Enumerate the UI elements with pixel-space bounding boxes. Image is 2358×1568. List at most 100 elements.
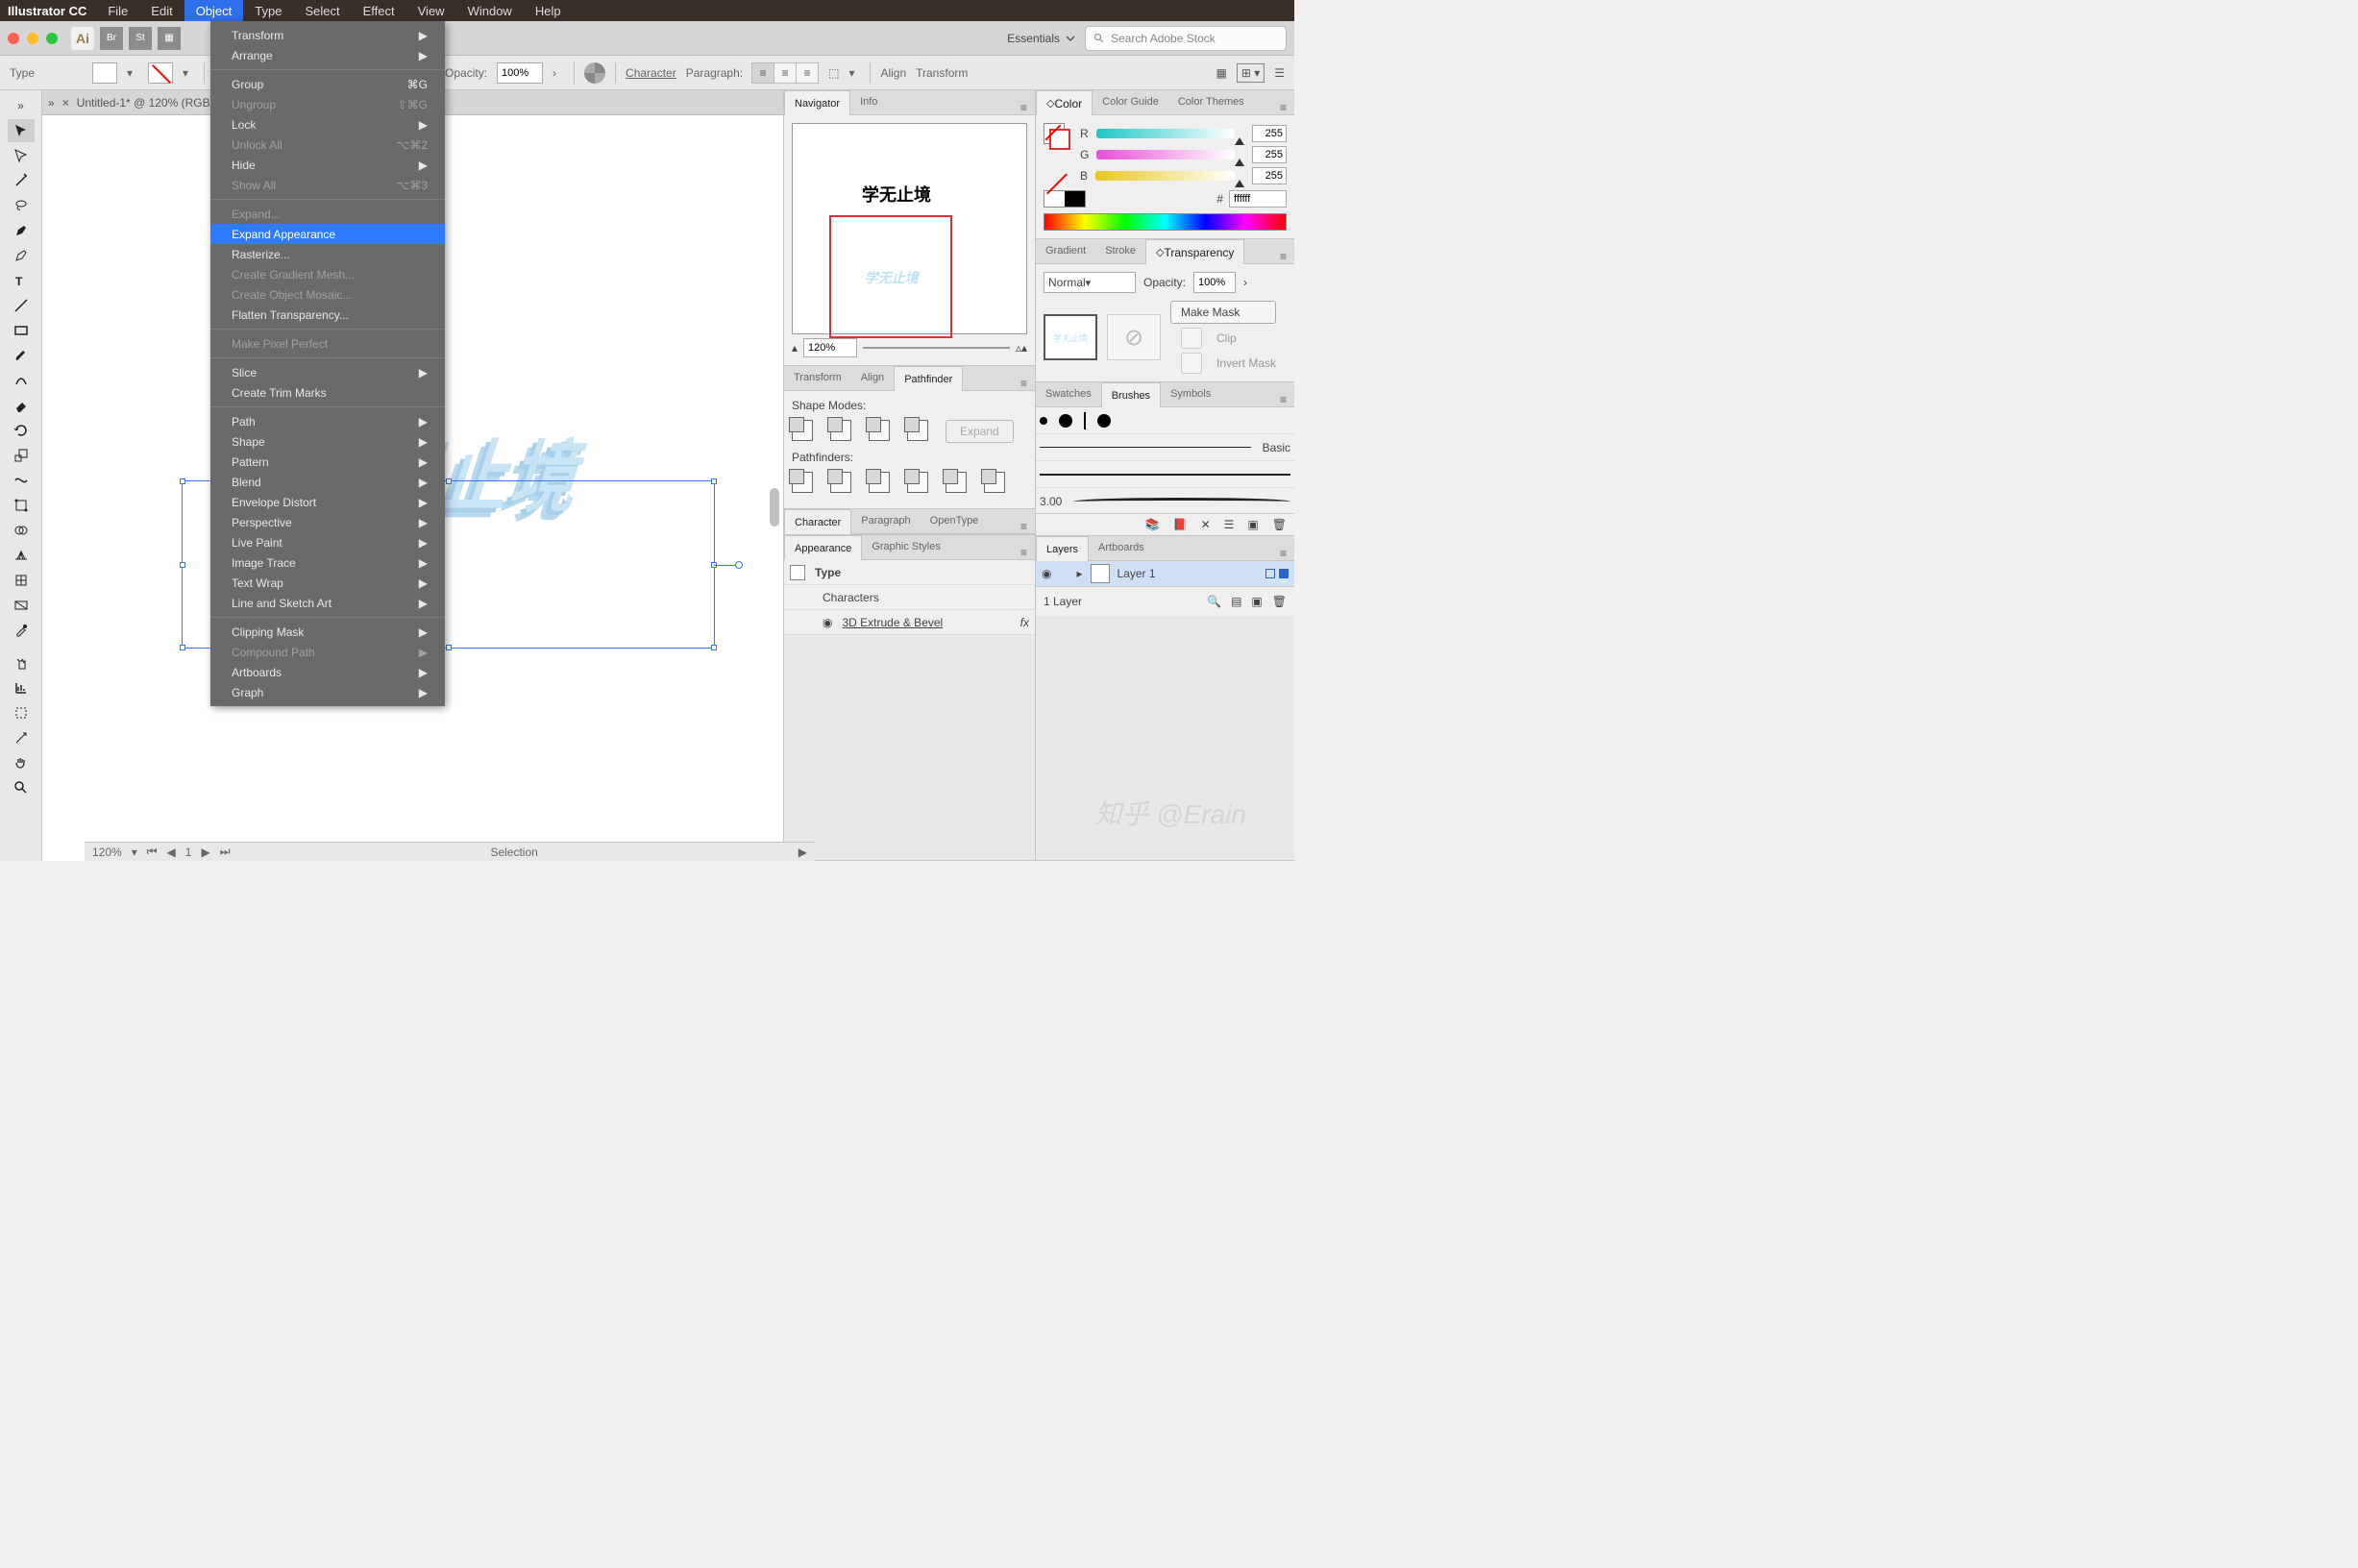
mesh-tool[interactable] [8,569,35,592]
close-window[interactable] [8,33,19,44]
menu-item-group[interactable]: Group⌘G [210,74,445,94]
brush-basic[interactable]: Basic [1036,434,1294,461]
r-value[interactable] [1252,125,1287,142]
tab-symbols[interactable]: Symbols [1161,381,1220,406]
crop-icon[interactable] [907,472,928,493]
menu-item-shape[interactable]: Shape▶ [210,431,445,452]
search-stock[interactable]: Search Adobe Stock [1085,26,1287,51]
panel-menu-icon[interactable]: ≡ [1013,377,1035,390]
slice-tool[interactable] [8,726,35,749]
symbol-sprayer-tool[interactable] [8,651,35,674]
tab-stroke[interactable]: Stroke [1095,238,1145,263]
arrange-chip[interactable]: ▦ [158,27,181,50]
opacity-dd[interactable]: › [1243,276,1247,289]
opacity-value[interactable] [1193,272,1236,293]
trim-icon[interactable] [830,472,851,493]
tab-gradient[interactable]: Gradient [1036,238,1095,263]
line-tool[interactable] [8,294,35,317]
stock-chip[interactable]: St [129,27,152,50]
menu-item-image-trace[interactable]: Image Trace▶ [210,552,445,573]
nav-prev[interactable]: ◀ [167,845,176,859]
expand-button[interactable]: Expand [946,420,1014,443]
expand-doctabs[interactable]: » [48,96,55,110]
scrollbar-vertical[interactable] [770,488,779,527]
tab-character[interactable]: Character [784,509,851,534]
tab-color-themes[interactable]: Color Themes [1168,90,1254,114]
divide-icon[interactable] [792,472,813,493]
tab-swatches[interactable]: Swatches [1036,381,1101,406]
menu-item-path[interactable]: Path▶ [210,411,445,431]
tab-artboards[interactable]: Artboards [1089,535,1154,560]
new-sublayer-icon[interactable]: ▤ [1231,595,1241,608]
menu-item-envelope-distort[interactable]: Envelope Distort▶ [210,492,445,512]
menu-item-flatten-transparency[interactable]: Flatten Transparency... [210,305,445,325]
menu-edit[interactable]: Edit [139,0,184,21]
tab-appearance[interactable]: Appearance [784,535,862,560]
tab-graphic-styles[interactable]: Graphic Styles [862,534,950,559]
make-mask-button[interactable]: Make Mask [1170,301,1276,324]
menu-window[interactable]: Window [456,0,524,21]
rotate-tool[interactable] [8,419,35,442]
invert-checkbox[interactable]: Invert Mask [1170,353,1276,374]
tab-pathfinder[interactable]: Pathfinder [894,366,963,391]
menu-type[interactable]: Type [243,0,293,21]
direct-selection-tool[interactable] [8,144,35,167]
layer-row[interactable]: ◉ ▸ Layer 1 [1036,561,1294,586]
intersect-icon[interactable] [869,420,890,441]
zoom-in[interactable]: ▵▴ [1016,341,1027,355]
fill-stroke-proxy[interactable] [1044,123,1070,150]
g-value[interactable] [1252,146,1287,163]
transform-link[interactable]: Transform [916,66,968,80]
b-value[interactable] [1252,167,1287,184]
stroke-dd[interactable]: ▾ [183,66,194,80]
graph-tool[interactable] [8,676,35,699]
menu-item-hide[interactable]: Hide▶ [210,155,445,175]
stroke-swatch[interactable] [148,62,173,84]
brush-remove-icon[interactable]: ✕ [1201,518,1211,531]
menu-file[interactable]: File [96,0,139,21]
brush-row[interactable] [1036,407,1294,434]
brush-row[interactable] [1036,461,1294,488]
hand-tool[interactable] [8,751,35,774]
curvature-tool[interactable] [8,244,35,267]
navigator-zoom[interactable] [803,338,857,357]
brush-new-icon[interactable]: ▣ [1247,518,1258,531]
menu-item-arrange[interactable]: Arrange▶ [210,45,445,65]
panel-menu-icon[interactable]: ≡ [1013,101,1035,114]
menu-item-slice[interactable]: Slice▶ [210,362,445,382]
recolor-icon[interactable] [584,62,605,84]
width-tool[interactable] [8,469,35,492]
rectangle-tool[interactable] [8,319,35,342]
menu-item-blend[interactable]: Blend▶ [210,472,445,492]
locate-icon[interactable]: 🔍 [1207,595,1221,608]
hex-input[interactable] [1229,190,1287,208]
clip-checkbox[interactable]: Clip [1170,328,1276,349]
zoom-slider[interactable] [863,347,1010,349]
brush-options-icon[interactable]: ☰ [1224,518,1235,531]
gridview-icon[interactable]: ▦ [1216,66,1226,80]
brush-lib2-icon[interactable]: 📕 [1173,518,1188,531]
close-doc[interactable]: × [59,96,73,110]
outline-icon[interactable] [946,472,967,493]
shape-builder-tool[interactable] [8,519,35,542]
tab-info[interactable]: Info [850,90,887,114]
paragraph-link[interactable]: Paragraph: [686,66,743,80]
menu-view[interactable]: View [406,0,456,21]
unite-icon[interactable] [792,420,813,441]
fill-swatch[interactable] [92,62,117,84]
brush-lib-icon[interactable]: 📚 [1145,518,1160,531]
menu-item-perspective[interactable]: Perspective▶ [210,512,445,532]
perspective-grid-tool[interactable] [8,544,35,567]
pen-tool[interactable] [8,219,35,242]
magic-wand-tool[interactable] [8,169,35,192]
none-black-swatches[interactable] [1044,190,1086,208]
brush-delete-icon[interactable]: 🗑 [1272,518,1287,531]
transparency-thumb[interactable]: 学无止境 [1044,314,1097,360]
delete-layer-icon[interactable]: 🗑 [1272,595,1287,608]
appearance-row-characters[interactable]: Characters [784,585,1035,610]
menu-item-transform[interactable]: Transform▶ [210,25,445,45]
menu-object[interactable]: Object [184,0,244,21]
layer-name[interactable]: Layer 1 [1118,567,1156,580]
tab-align[interactable]: Align [851,365,894,390]
panel-menu-icon[interactable]: ≡ [1272,250,1294,263]
